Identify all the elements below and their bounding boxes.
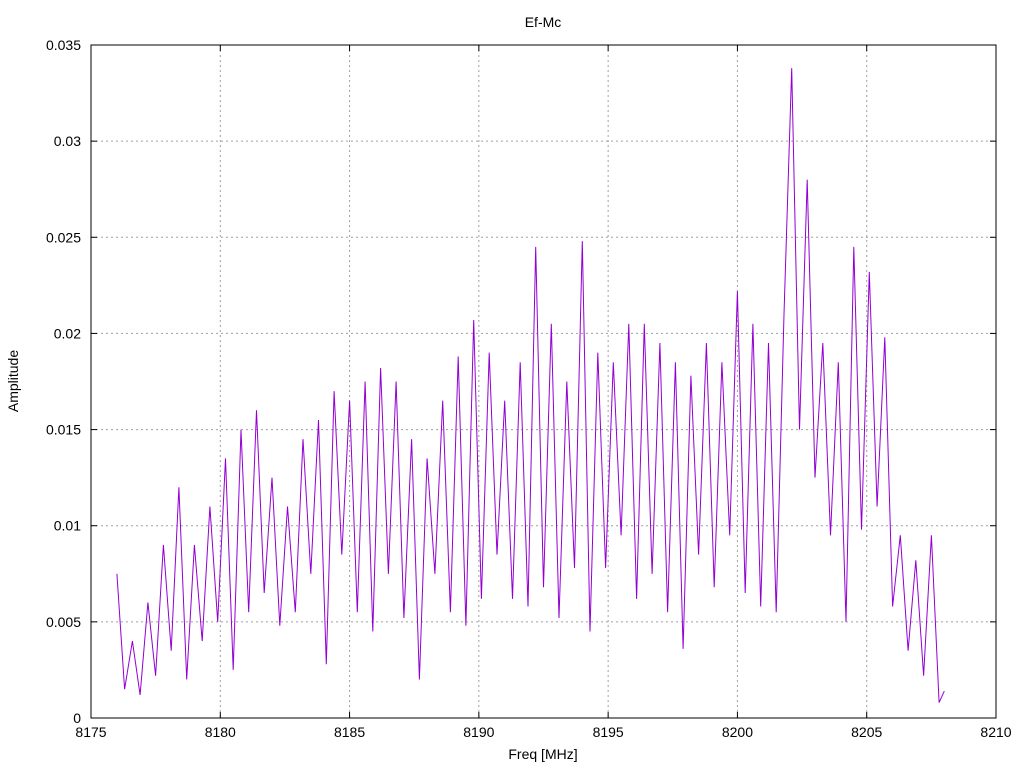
- y-axis-tick-labels: 00.0050.010.0150.020.0250.030.035: [46, 37, 81, 726]
- series-line: [116, 68, 945, 703]
- plot-area-frame: [90, 44, 997, 719]
- chart-title: Ef-Mc: [525, 14, 562, 30]
- x-tick-label: 8200: [722, 724, 753, 740]
- x-axis-label: Freq [MHz]: [508, 746, 577, 762]
- y-tick-label: 0.03: [54, 133, 81, 149]
- y-axis-label: Amplitude: [5, 350, 21, 412]
- x-tick-label: 8210: [980, 724, 1011, 740]
- axis-ticks: [90, 44, 997, 719]
- y-tick-label: 0.015: [46, 422, 81, 438]
- y-tick-label: 0.025: [46, 229, 81, 245]
- x-tick-label: 8185: [334, 724, 365, 740]
- y-tick-label: 0.02: [54, 325, 81, 341]
- x-tick-label: 8175: [75, 724, 106, 740]
- y-tick-label: 0.035: [46, 37, 81, 53]
- x-tick-label: 8205: [851, 724, 882, 740]
- grid-lines: [91, 45, 996, 718]
- amplitude-frequency-chart: 00.0050.010.0150.020.0250.030.035 8175 81…: [5, 14, 1012, 762]
- y-tick-label: 0.005: [46, 614, 81, 630]
- x-tick-label: 8195: [593, 724, 624, 740]
- y-tick-label: 0.01: [54, 518, 81, 534]
- x-tick-label: 8190: [463, 724, 494, 740]
- x-tick-label: 8180: [205, 724, 236, 740]
- x-axis-tick-labels: 8175 8180 8185 8190 8195 8200 8205 8210: [75, 724, 1011, 740]
